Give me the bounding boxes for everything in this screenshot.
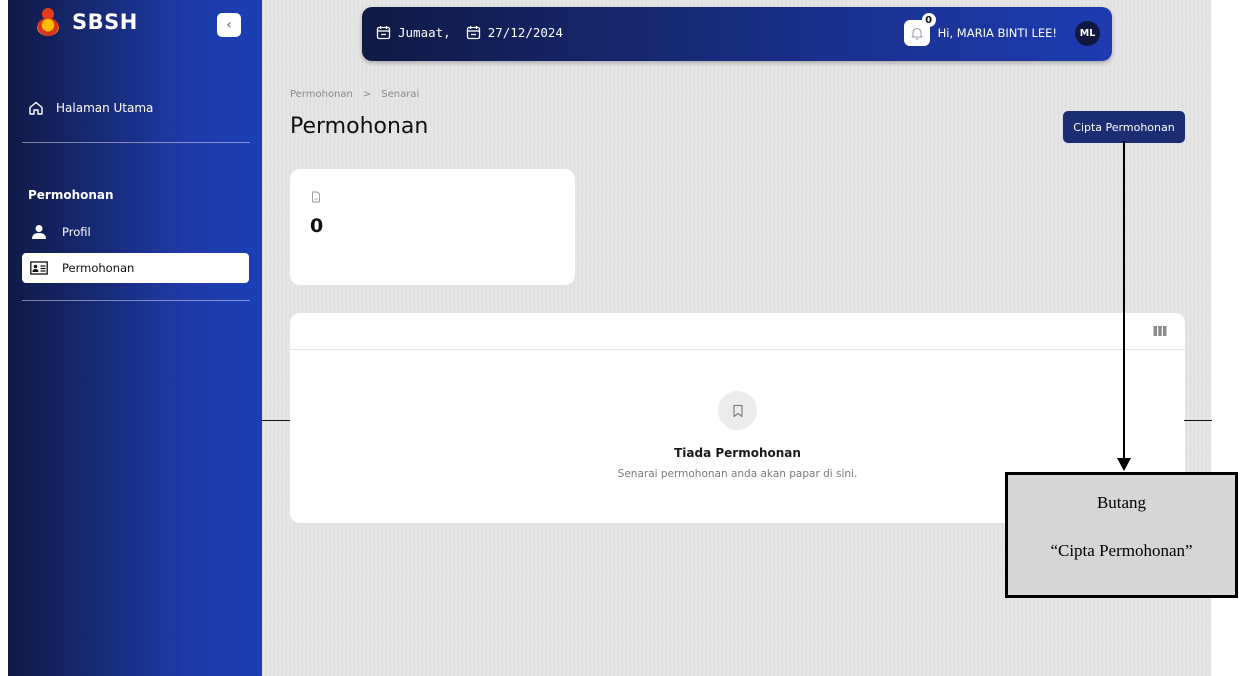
sidebar: SBSH ‹ Halaman Utama Permohonan Profil P…	[8, 0, 262, 676]
annotation-arrowhead	[1117, 458, 1131, 471]
sidebar-section-title: Permohonan	[28, 188, 114, 202]
file-icon	[312, 191, 320, 203]
empty-state-icon	[718, 391, 757, 430]
calendar-icon	[376, 26, 391, 40]
sidebar-divider	[22, 300, 250, 301]
top-bar: Jumaat, 27/12/2024 0 Hi, MARIA BINTI LEE…	[362, 7, 1112, 61]
date-label: 27/12/2024	[487, 25, 563, 40]
user-icon	[32, 225, 46, 239]
brand[interactable]: SBSH	[34, 8, 138, 36]
sidebar-item-home[interactable]: Halaman Utama	[28, 100, 153, 116]
date-display: Jumaat, 27/12/2024	[376, 25, 563, 40]
create-application-button[interactable]: Cipta Permohonan	[1063, 111, 1185, 143]
bookmark-icon	[732, 404, 743, 417]
annotation-line-2: “Cipta Permohonan”	[1050, 541, 1193, 560]
sidebar-item-label: Profil	[62, 225, 91, 239]
sidebar-item-profil[interactable]: Profil	[22, 217, 249, 247]
breadcrumb-item[interactable]: Permohonan	[290, 89, 353, 100]
sidebar-divider	[22, 142, 250, 143]
annotation-line-1: Butang	[1096, 493, 1147, 512]
user-area: 0 Hi, MARIA BINTI LEE! ML	[903, 13, 1100, 46]
breadcrumb: Permohonan > Senarai	[290, 89, 419, 100]
sidebar-collapse-button[interactable]: ‹	[217, 13, 241, 37]
breadcrumb-item: Senarai	[381, 89, 420, 100]
notification-button[interactable]: 0	[903, 13, 936, 46]
home-icon	[29, 101, 43, 115]
avatar[interactable]: ML	[1075, 20, 1100, 46]
chevron-left-icon: ‹	[226, 17, 232, 33]
breadcrumb-separator: >	[362, 89, 372, 100]
page-title: Permohonan	[290, 114, 429, 139]
notification-badge: 0	[921, 13, 936, 27]
columns-icon[interactable]	[1153, 325, 1167, 337]
annotation-line	[1184, 420, 1212, 421]
annotation-arrow-line	[1123, 141, 1125, 461]
bell-icon	[911, 27, 923, 40]
stat-value: 0	[310, 215, 324, 237]
brand-title: SBSH	[72, 10, 138, 34]
day-label: Jumaat,	[398, 25, 451, 40]
stat-card: 0	[290, 169, 575, 285]
annotation-callout: Butang “Cipta Permohonan”	[1005, 472, 1238, 598]
sidebar-item-permohonan[interactable]: Permohonan	[22, 253, 249, 283]
empty-state-title: Tiada Permohonan	[674, 446, 801, 460]
calendar-icon	[466, 26, 480, 40]
id-card-icon	[30, 261, 48, 275]
logo-icon	[34, 8, 62, 36]
sidebar-item-label: Permohonan	[62, 261, 135, 275]
list-toolbar	[290, 313, 1185, 350]
user-greeting: Hi, MARIA BINTI LEE!	[937, 26, 1057, 40]
annotation-line	[262, 420, 290, 421]
sidebar-item-label: Halaman Utama	[56, 101, 154, 115]
